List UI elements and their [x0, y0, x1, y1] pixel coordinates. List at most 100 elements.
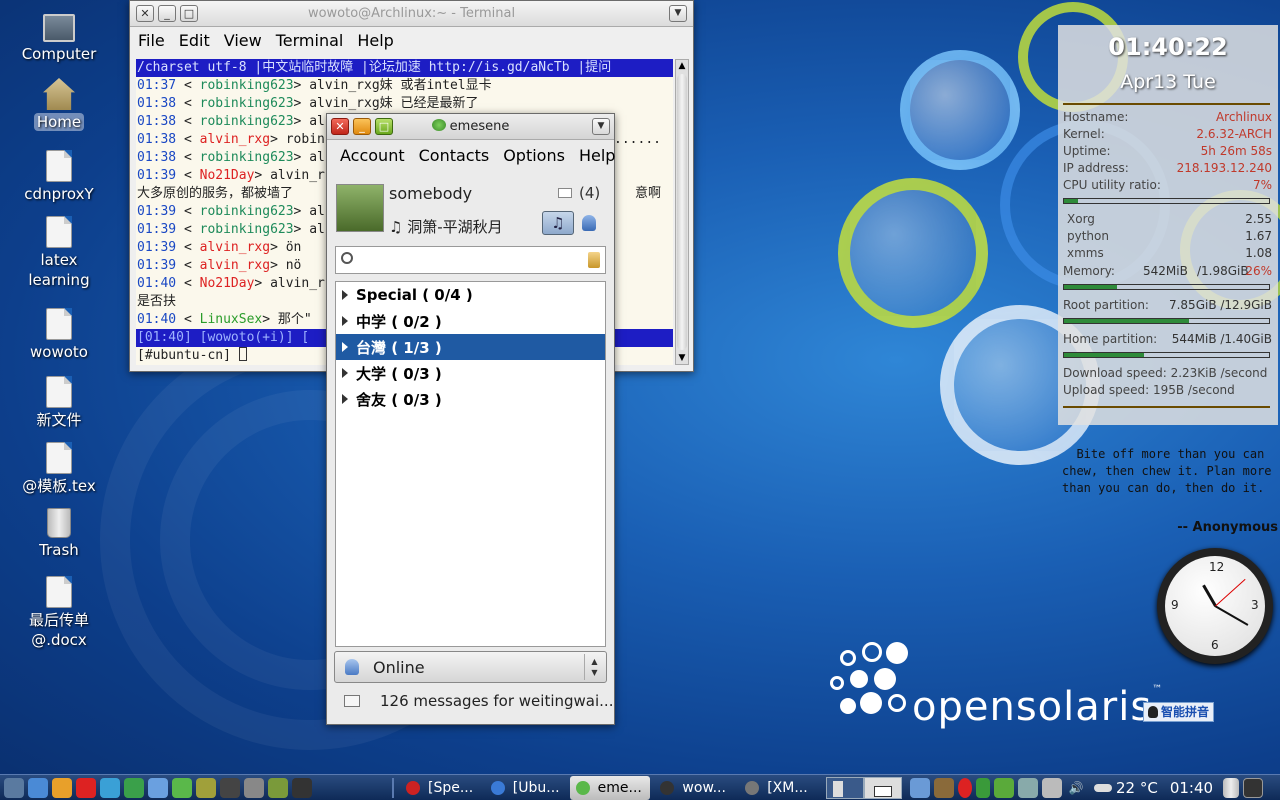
menu-view[interactable]: View: [224, 31, 262, 50]
menu-help[interactable]: Help: [579, 146, 615, 165]
menu-account[interactable]: Account: [340, 146, 405, 165]
cnet-icon[interactable]: [52, 777, 72, 798]
computer-icon[interactable]: [4, 777, 24, 798]
ime-indicator[interactable]: 智能拼音: [1143, 702, 1215, 722]
taskbar-task[interactable]: [Spe...: [400, 776, 481, 800]
workspace-switcher[interactable]: [826, 776, 902, 799]
volume-icon[interactable]: 🔊: [1066, 778, 1086, 798]
taskbar: [Spe... [Ubu... eme... wow... [XM... 🔊 22 °C…: [0, 774, 1280, 800]
desktop-icon-trash[interactable]: Trash: [9, 508, 109, 560]
memory-bar: [1063, 284, 1270, 290]
menu-options[interactable]: Options: [503, 146, 565, 165]
map-icon[interactable]: [934, 777, 954, 798]
analog-clock-widget: 12 3 6 9: [1157, 548, 1273, 664]
contact-group-row[interactable]: 台灣 ( 1/3 ): [336, 334, 605, 360]
message-time: 01:40: [137, 312, 177, 327]
clipboard-icon[interactable]: [1042, 777, 1062, 798]
window-menu-button[interactable]: ▼: [669, 5, 687, 22]
contact-group-row[interactable]: Special ( 0/4 ): [336, 282, 605, 308]
taskbar-task[interactable]: [XM...: [739, 776, 820, 800]
scroll-down-arrow-icon[interactable]: ▼: [676, 352, 688, 364]
terminal-titlebar[interactable]: ✕ _ □ wowoto@Archlinux:~ - Terminal ▼: [130, 1, 693, 27]
weather-icon[interactable]: [1094, 783, 1112, 792]
book-icon[interactable]: [196, 777, 216, 798]
network-icon[interactable]: [994, 777, 1014, 798]
browser-icon[interactable]: [28, 777, 48, 798]
menu-file[interactable]: File: [138, 31, 165, 50]
message-time: 01:38: [137, 114, 177, 129]
user-nick[interactable]: somebody: [389, 184, 472, 203]
personal-message[interactable]: ♫ 洞箫-平湖秋月: [389, 216, 503, 237]
expander-arrow-icon[interactable]: [342, 368, 348, 378]
opera-tray-icon[interactable]: [958, 777, 972, 798]
opera-icon[interactable]: [76, 777, 96, 798]
window-menu-button[interactable]: ▼: [592, 118, 610, 135]
desktop-icon-latex-learning[interactable]: latex learning: [9, 216, 109, 290]
expander-arrow-icon[interactable]: [342, 394, 348, 404]
expander-arrow-icon[interactable]: [342, 316, 348, 326]
cpu-bar-fill: [1064, 199, 1079, 203]
taskbar-clock[interactable]: 01:40: [1170, 779, 1213, 797]
mail-icon[interactable]: [558, 188, 572, 198]
taskbar-task[interactable]: eme...: [569, 775, 651, 800]
contact-group-list[interactable]: Special ( 0/4 ) 中学 ( 0/2 ) 台灣 ( 1/3 ) 大学 ( …: [335, 281, 606, 647]
desktop-icon-wowoto[interactable]: wowoto: [9, 308, 109, 362]
message-time: 01:39: [137, 204, 177, 219]
expander-arrow-icon[interactable]: [342, 290, 348, 300]
desktop-icon-cdnproxy[interactable]: cdnproxY: [9, 150, 109, 204]
firefox-icon[interactable]: [100, 777, 120, 798]
cpu-label: CPU utility ratio:: [1063, 178, 1161, 192]
contact-group-row[interactable]: 大学 ( 0/3 ): [336, 360, 605, 386]
menu-terminal[interactable]: Terminal: [276, 31, 344, 50]
contact-group-row[interactable]: 舍友 ( 0/3 ): [336, 386, 605, 412]
contacts-icon[interactable]: [148, 777, 168, 798]
terminal-icon[interactable]: [220, 777, 240, 798]
desktop-icon-home[interactable]: Home: [9, 78, 109, 132]
scroll-up-arrow-icon[interactable]: ▲: [676, 60, 688, 72]
weather-temperature[interactable]: 22 °C: [1116, 779, 1158, 797]
desktop-icon-new-file[interactable]: 新文件: [9, 376, 109, 430]
emesene-titlebar[interactable]: ✕ _ □ emesene ▼: [327, 114, 614, 140]
workspace-2[interactable]: [864, 776, 902, 799]
scrollbar-thumb[interactable]: [677, 74, 687, 350]
music-toggle-button[interactable]: ♫: [542, 211, 574, 235]
menu-edit[interactable]: Edit: [179, 31, 210, 50]
taskbar-task[interactable]: [Ubu...: [485, 776, 566, 800]
menu-help[interactable]: Help: [357, 31, 393, 50]
screenshot-icon[interactable]: [244, 777, 264, 798]
mail-notification-text: 126 messages for weitingwai...: [380, 692, 614, 710]
chat-icon[interactable]: [172, 777, 192, 798]
clear-search-icon[interactable]: [588, 252, 600, 268]
mail-notification[interactable]: 126 messages for weitingwai...: [334, 686, 613, 718]
upload-speed: Upload speed: 195B /second: [1063, 383, 1235, 397]
terminal-scrollbar[interactable]: ▲ ▼: [675, 59, 689, 365]
desktop-icon-docx[interactable]: 最后传单@.docx: [9, 576, 109, 650]
pen-icon[interactable]: [976, 777, 990, 798]
editor-icon[interactable]: [268, 777, 288, 798]
irc-message-line: 01:37 < robinking623> alvin_rxg妹 或者intel…: [137, 78, 492, 93]
settings-icon[interactable]: [1018, 777, 1038, 798]
user-icon[interactable]: [910, 777, 930, 798]
ie-icon[interactable]: [124, 777, 144, 798]
xmms-icon: [745, 780, 760, 795]
window-title-text: emesene: [449, 119, 510, 134]
desktop-icon-template-tex[interactable]: @模板.tex: [9, 442, 109, 496]
desktop-icon-computer[interactable]: Computer: [9, 14, 109, 64]
search-input[interactable]: [335, 246, 606, 274]
user-avatar[interactable]: [336, 184, 384, 232]
taskbar-task[interactable]: wow...: [654, 776, 735, 800]
contact-group-label: 台灣 ( 1/3 ): [356, 338, 442, 357]
contact-group-row[interactable]: 中学 ( 0/2 ): [336, 308, 605, 334]
expander-arrow-icon[interactable]: [342, 342, 348, 352]
workspace-1[interactable]: [826, 776, 864, 799]
status-label: Online: [373, 658, 425, 677]
contact-icon[interactable]: [582, 215, 596, 231]
status-selector[interactable]: Online ▲ ▼: [334, 651, 607, 683]
opensolaris-wordmark: opensolaris™: [912, 684, 1164, 730]
menu-contacts[interactable]: Contacts: [419, 146, 490, 165]
message-tail: 意啊: [634, 186, 661, 201]
mms-icon[interactable]: [292, 777, 312, 798]
show-desktop-icon[interactable]: [1243, 777, 1264, 798]
mail-count[interactable]: (4): [579, 184, 600, 202]
trash-tray-icon[interactable]: [1223, 777, 1240, 798]
